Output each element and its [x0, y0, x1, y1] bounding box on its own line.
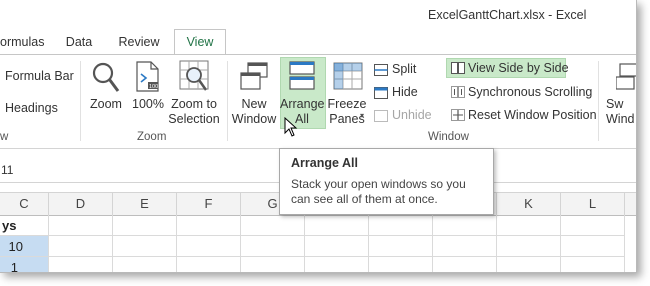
synchronous-scrolling-icon — [451, 86, 465, 98]
tab-view[interactable]: View — [174, 29, 226, 55]
synchronous-scrolling-button[interactable]: Synchronous Scrolling — [468, 85, 592, 99]
zoom-100-button[interactable]: 100% — [128, 97, 168, 112]
grid-cell[interactable] — [113, 257, 177, 272]
zoom-magnifier-icon — [92, 62, 120, 92]
grid-cell[interactable] — [433, 236, 497, 257]
hide-button[interactable]: Hide — [392, 85, 418, 99]
grid-cell[interactable] — [433, 257, 497, 272]
switch-windows-button[interactable]: Sw Wind — [606, 97, 636, 127]
ribbon-tabs: ormulas Data Review View — [0, 29, 636, 55]
tooltip-description: Stack your open windows so you can see a… — [291, 177, 466, 206]
column-header[interactable]: F — [177, 193, 241, 215]
grid-cell[interactable] — [113, 236, 177, 257]
grid-cell[interactable] — [497, 257, 561, 272]
grid-cell[interactable] — [49, 215, 113, 236]
zoom-button[interactable]: Zoom — [86, 97, 126, 112]
grid-cell[interactable] — [113, 215, 177, 236]
split-icon — [374, 64, 388, 76]
tab-formulas[interactable]: ormulas — [0, 30, 44, 54]
zoom-100-icon: 100 — [136, 61, 159, 92]
freeze-panes-icon — [333, 62, 363, 90]
title-bar: ExcelGanttChart.xlsx - Excel — [0, 0, 636, 30]
unhide-icon — [374, 110, 388, 122]
reset-window-position-icon — [451, 109, 465, 121]
grid-cell[interactable] — [305, 215, 369, 236]
tooltip-title: Arrange All — [291, 156, 358, 170]
grid-cell[interactable] — [561, 236, 625, 257]
grid-cell[interactable] — [561, 215, 625, 236]
column-header[interactable]: E — [113, 193, 177, 215]
name-box[interactable]: 11 — [1, 163, 13, 177]
column-header[interactable]: C — [0, 193, 49, 215]
tab-review[interactable]: Review — [112, 30, 166, 54]
grid-cell[interactable] — [369, 215, 433, 236]
cell-c-value[interactable]: 10 — [0, 236, 49, 257]
chevron-down-icon: ▾ — [360, 111, 365, 120]
cell-c-header[interactable]: ys — [0, 215, 49, 236]
formula-bar-checkbox[interactable]: Formula Bar — [5, 69, 74, 83]
headings-checkbox[interactable]: Headings — [5, 101, 58, 115]
grid-cell[interactable] — [369, 236, 433, 257]
grid-cell[interactable] — [497, 215, 561, 236]
mouse-pointer-icon — [284, 117, 298, 137]
arrange-all-tooltip: Arrange All Stack your open windows so y… — [279, 148, 494, 215]
grid-cell[interactable] — [177, 257, 241, 272]
column-header[interactable]: D — [49, 193, 113, 215]
grid-cell[interactable] — [177, 236, 241, 257]
grid-cell[interactable] — [369, 257, 433, 272]
grid-cell[interactable] — [561, 257, 625, 272]
grid-cell[interactable] — [241, 236, 305, 257]
grid-cell[interactable] — [433, 215, 497, 236]
grid-cell[interactable] — [241, 215, 305, 236]
new-window-icon — [240, 62, 268, 90]
reset-window-position-button[interactable]: Reset Window Position — [468, 108, 597, 122]
excel-window: ExcelGanttChart.xlsx - Excel ormulas Dat… — [0, 0, 637, 273]
column-header[interactable]: K — [497, 193, 561, 215]
grid-cell[interactable] — [241, 257, 305, 272]
switch-windows-icon — [616, 63, 636, 90]
grid-cell[interactable] — [49, 257, 113, 272]
grid-cell[interactable] — [305, 257, 369, 272]
unhide-button[interactable]: Unhide — [392, 108, 432, 122]
cell-c-value[interactable]: 1 — [0, 257, 49, 272]
tab-data[interactable]: Data — [58, 30, 100, 54]
group-separator — [598, 61, 599, 141]
show-group-label: w — [0, 131, 9, 143]
view-side-by-side-label: View Side by Side — [468, 61, 569, 75]
worksheet-grid: ys 10 1 — [0, 215, 636, 272]
grid-cell[interactable] — [305, 236, 369, 257]
zoom-to-selection-button[interactable]: Zoom to Selection — [167, 97, 221, 127]
group-separator — [80, 61, 81, 141]
window-group-label: Window — [428, 131, 469, 143]
window-title: ExcelGanttChart.xlsx - Excel — [428, 8, 587, 22]
grid-cell[interactable] — [177, 215, 241, 236]
split-button[interactable]: Split — [392, 62, 416, 76]
grid-cell[interactable] — [497, 236, 561, 257]
hide-icon — [374, 87, 388, 99]
column-header[interactable]: L — [561, 193, 625, 215]
grid-cell[interactable] — [49, 236, 113, 257]
svg-text:100: 100 — [149, 84, 158, 90]
zoom-group-label: Zoom — [137, 131, 167, 143]
side-by-side-icon — [451, 62, 465, 74]
zoom-to-selection-icon — [179, 60, 209, 91]
group-separator — [227, 61, 228, 141]
new-window-button[interactable]: New Window — [229, 97, 279, 127]
ribbon: Formula Bar Headings w Zoom 100 100% Zoo… — [0, 54, 636, 149]
arrange-all-icon — [289, 61, 315, 90]
